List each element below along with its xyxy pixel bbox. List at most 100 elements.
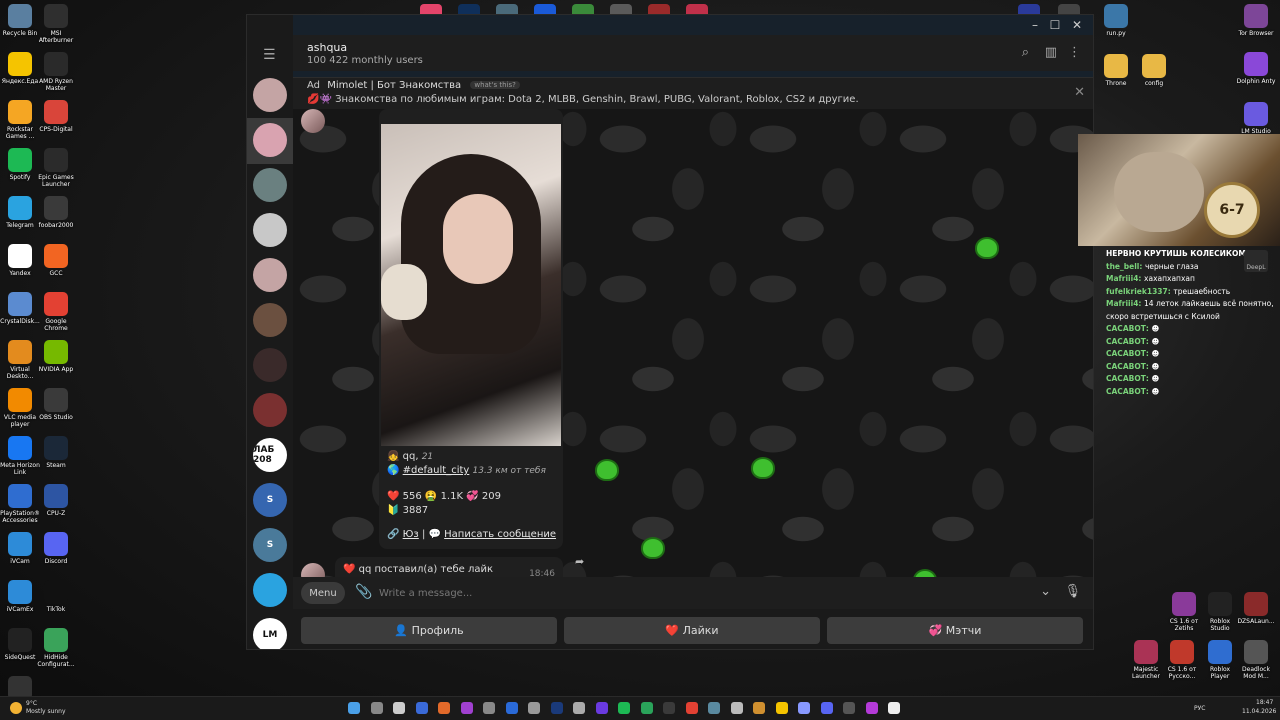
desktop-shortcut[interactable]: Throne [1096,54,1136,87]
taskbar-app-icon[interactable] [708,702,720,714]
desktop-shortcut[interactable]: Virtual Deskto... [0,340,40,380]
minimize-icon[interactable]: – [1027,18,1043,32]
desktop-shortcut[interactable]: NVIDIA App [36,340,76,373]
desktop-shortcut[interactable]: foobar2000 [36,196,76,229]
matches-button[interactable]: 💞 Мэтчи [827,617,1083,644]
taskbar-app-icon[interactable] [393,702,405,714]
taskbar-app-icon[interactable] [438,702,450,714]
chat-avatar[interactable] [253,78,287,112]
taskbar-app-icon[interactable] [663,702,675,714]
more-vertical-icon[interactable]: ⋮ [1068,45,1081,60]
desktop-shortcut[interactable]: Steam [36,436,76,469]
desktop-shortcut[interactable]: CS 1.6 от Zetihs [1164,592,1204,632]
desktop-shortcut[interactable]: HidHide Configurat... [36,628,76,668]
taskbar-app-icon[interactable] [415,702,428,714]
desktop-shortcut[interactable]: AMD Ryzen Master [36,52,76,92]
taskbar-app-icon[interactable] [460,702,473,714]
chat-header[interactable]: ashqua 100 422 monthly users ⌕ ▥ ⋮ [293,35,1093,71]
chat-avatar[interactable]: ЛАБ 208 [253,438,287,472]
chat-avatar[interactable]: S [253,528,287,562]
taskbar-app-icon[interactable] [528,702,540,714]
taskbar-app-icon[interactable] [865,702,878,714]
clock-time[interactable]: 18:47 [1256,699,1273,706]
taskbar-app-icon[interactable] [370,702,383,714]
desktop-shortcut[interactable]: CS 1.6 от Русско... [1162,640,1202,680]
maximize-icon[interactable]: ☐ [1047,18,1063,32]
desktop-shortcut[interactable]: LM Studio [1236,102,1276,135]
desktop-shortcut[interactable]: Telegram [0,196,40,229]
short-link[interactable]: Юз [403,529,419,540]
taskbar-app-icon[interactable] [730,702,743,714]
clock-date[interactable]: 11.04.2026 [1242,708,1276,715]
chat-avatar[interactable]: LM [253,618,287,649]
taskbar-app-icon[interactable] [573,702,585,714]
avatar[interactable] [301,109,325,133]
message-input[interactable] [379,583,979,603]
taskbar-app-icon[interactable] [595,702,608,714]
chat-avatar[interactable] [253,303,287,337]
desktop-shortcut[interactable]: Яндекс.Еда [0,52,40,85]
chat-avatar[interactable] [253,573,287,607]
hamburger-menu-icon[interactable]: ☰ [263,47,276,63]
microphone-icon[interactable]: 🎙 [1064,584,1081,599]
taskbar-app-icon[interactable] [820,702,833,714]
keyboard-toggle-icon[interactable]: ⌄ [1040,584,1051,599]
desktop-shortcut[interactable]: iVCamEx [0,580,40,613]
taskbar-app-icon[interactable] [888,702,900,714]
profile-photo[interactable] [381,124,561,446]
chat-avatar[interactable] [253,393,287,427]
desktop-shortcut[interactable]: Majestic Launcher [1126,640,1166,680]
taskbar-app-icon[interactable] [505,702,518,714]
desktop-shortcut[interactable]: run.py [1096,4,1136,37]
likes-button[interactable]: ❤️ Лайки [564,617,820,644]
sponsored-ad-bar[interactable]: Ad Mimolet | Бот Знакомства what's this?… [293,77,1093,109]
desktop-shortcut[interactable]: MSI Afterburner [36,4,76,44]
desktop-shortcut[interactable]: VLC media player [0,388,40,428]
taskbar-app-icon[interactable] [775,702,788,714]
desktop-shortcut[interactable]: GCC [36,244,76,277]
chat-avatar[interactable] [253,168,287,202]
taskbar-app-icon[interactable] [843,702,855,714]
desktop-shortcut[interactable]: DZSALaun... [1236,592,1276,625]
desktop-shortcut[interactable]: Tor Browser [1236,4,1276,37]
chat-avatar[interactable] [253,258,287,292]
taskbar-app-icon[interactable] [348,702,360,714]
taskbar-app-icon[interactable] [483,702,495,714]
sidebar-toggle-icon[interactable]: ▥ [1045,45,1057,60]
chat-avatar[interactable] [253,213,287,247]
taskbar-app-icon[interactable] [550,702,563,714]
deepl-widget[interactable]: DeepL [1244,250,1268,272]
desktop-shortcut[interactable]: Roblox Studio [1200,592,1240,632]
desktop-shortcut[interactable]: CPS-Digital [36,100,76,133]
profile-button[interactable]: 👤 Профиль [301,617,557,644]
attach-icon[interactable]: 📎 [355,584,372,600]
desktop-shortcut[interactable]: OBS Studio [36,388,76,421]
desktop-shortcut[interactable]: Dolphin Anty [1236,52,1276,85]
desktop-shortcut[interactable]: Discord [36,532,76,565]
chat-avatar[interactable]: S [253,483,287,517]
city-hashtag-link[interactable]: #default_city [403,465,470,476]
chat-avatar[interactable] [253,348,287,382]
desktop-shortcut[interactable]: TikTok [36,580,76,613]
desktop-shortcut[interactable]: config [1134,54,1174,87]
taskbar-app-icon[interactable] [685,702,698,714]
desktop-shortcut[interactable]: iVCam [0,532,40,565]
taskbar-app-icon[interactable] [753,702,765,714]
desktop-shortcut[interactable]: CPU-Z [36,484,76,517]
write-message-link[interactable]: Написать сообщение [444,529,556,540]
desktop-shortcut[interactable]: Rockstar Games ... [0,100,40,140]
desktop-shortcut[interactable]: Epic Games Launcher [36,148,76,188]
desktop-shortcut[interactable]: Recycle Bin [0,4,40,37]
close-ad-icon[interactable]: ✕ [1074,85,1085,100]
desktop-shortcut[interactable]: SideQuest [0,628,40,661]
taskbar-app-icon[interactable] [618,702,630,714]
taskbar-app-icon[interactable] [798,702,810,714]
language-indicator[interactable]: РУС [1194,705,1205,712]
bot-menu-button[interactable]: Menu [301,582,345,604]
desktop-shortcut[interactable]: Roblox Player [1200,640,1240,680]
forward-icon[interactable]: ➦ [575,555,584,568]
desktop-shortcut[interactable]: Yandex [0,244,40,277]
search-icon[interactable]: ⌕ [1022,45,1029,60]
desktop-shortcut[interactable]: Deadlock Mod M... [1236,640,1276,680]
taskbar-app-icon[interactable] [640,702,653,714]
